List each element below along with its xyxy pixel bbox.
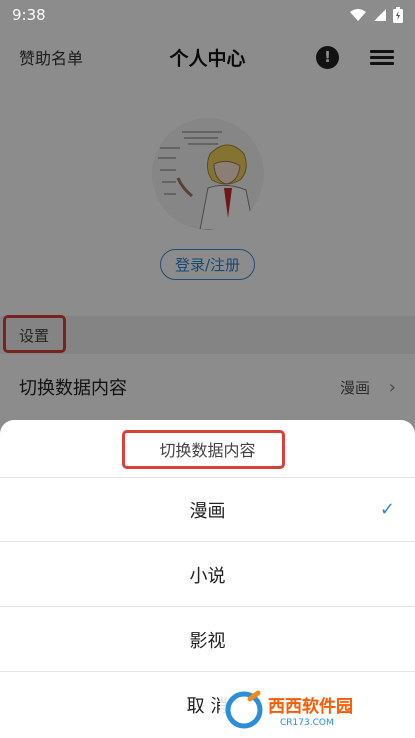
option-manga[interactable]: 漫画 ✓ [0, 478, 415, 542]
option-label: 影视 [189, 630, 226, 652]
check-icon: ✓ [379, 499, 395, 520]
wifi-icon [350, 9, 366, 21]
option-novel[interactable]: 小说 [0, 543, 415, 607]
status-bar: 9:38 [0, 0, 415, 30]
svg-text:西西软件园: 西西软件园 [268, 696, 353, 717]
title-highlight-box [122, 430, 285, 469]
svg-text:CR173.COM: CR173.COM [280, 718, 334, 728]
site-watermark: 西西软件园 CR173.COM [220, 687, 398, 733]
battery-icon [393, 7, 403, 23]
signal-icon [374, 9, 386, 21]
option-video[interactable]: 影视 [0, 608, 415, 672]
status-icons [349, 7, 403, 23]
watermark-logo: 西西软件园 CR173.COM [220, 690, 398, 730]
option-label: 小说 [189, 565, 226, 587]
option-label: 漫画 [189, 500, 226, 522]
status-time: 9:38 [12, 6, 46, 24]
